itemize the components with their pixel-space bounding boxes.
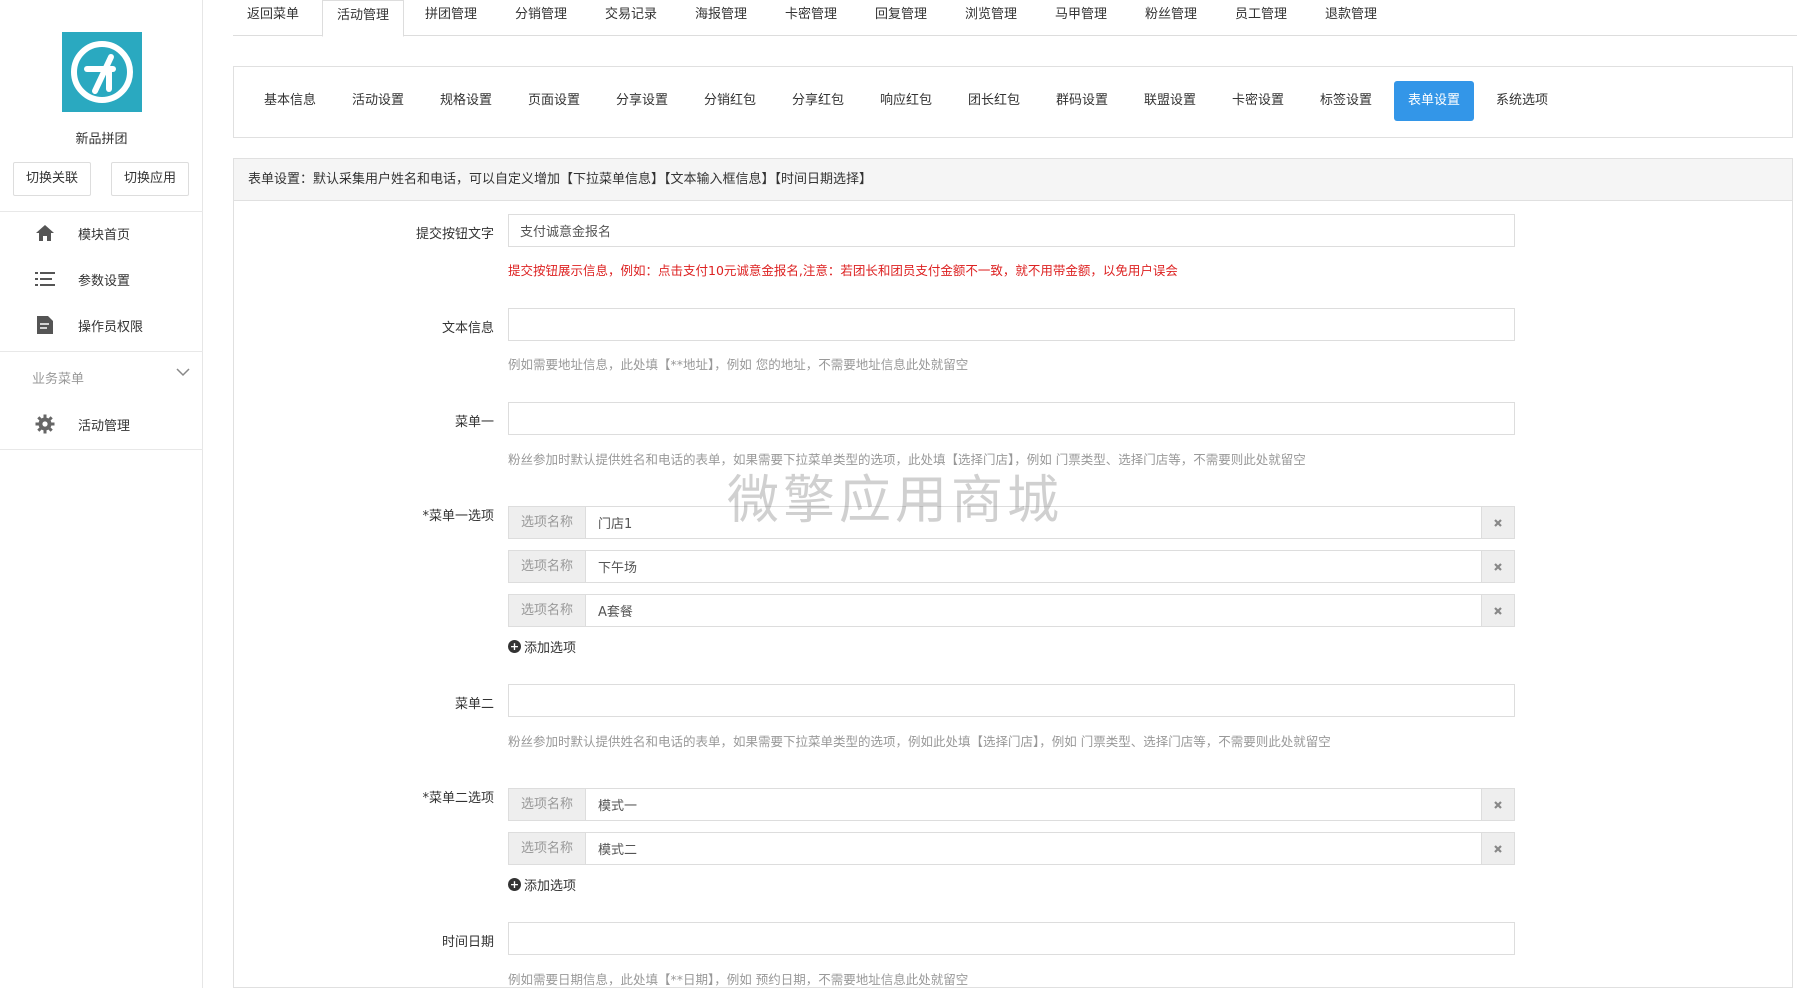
tab-form-settings[interactable]: 表单设置 — [1394, 81, 1475, 121]
tab-basic-info[interactable]: 基本信息 — [250, 81, 330, 121]
app-logo-icon — [71, 41, 133, 103]
option-name-input[interactable] — [586, 789, 1481, 820]
tab-tag-settings[interactable]: 标签设置 — [1306, 81, 1386, 121]
menu2-input[interactable] — [508, 684, 1515, 717]
tab-page-settings[interactable]: 页面设置 — [514, 81, 594, 121]
remove-option-icon[interactable] — [1481, 833, 1514, 864]
menu2-label: 菜单二 — [454, 697, 494, 712]
app-name: 新品拼团 — [75, 132, 128, 147]
form-settings-panel: 表单设置：默认采集用户姓名和电话，可以自定义增加【下拉菜单信息】【文本输入框信息… — [233, 158, 1793, 988]
option-name-addon: 选项名称 — [509, 507, 586, 538]
home-icon — [34, 222, 56, 244]
tab-group-management[interactable]: 拼团管理 — [411, 0, 491, 36]
tab-leader-red-packet[interactable]: 团长红包 — [954, 81, 1034, 121]
option-name-addon: 选项名称 — [509, 551, 586, 582]
plus-circle-icon: + — [508, 640, 521, 653]
tab-poster-management[interactable]: 海报管理 — [681, 0, 761, 36]
sub-tab-bar: 基本信息 活动设置 规格设置 页面设置 分享设置 分销红包 分享红包 响应红包 … — [233, 66, 1793, 138]
menu1-options-label: *菜单一选项 — [422, 509, 494, 524]
sidebar-group-title: 业务菜单 — [32, 372, 85, 387]
remove-option-icon[interactable] — [1481, 789, 1514, 820]
sidebar-item-module-home[interactable]: 模块首页 — [0, 213, 203, 253]
text-info-help: 例如需要地址信息，此处填【**地址】，例如 您的地址，不需要地址信息此处就留空 — [508, 357, 969, 372]
menu1-help: 粉丝参加时默认提供姓名和电话的表单，如果需要下拉菜单类型的选项，此处填【选择门店… — [508, 452, 1306, 467]
sidebar-item-parameter-settings[interactable]: 参数设置 — [0, 259, 203, 299]
switch-association-button[interactable]: 切换关联 — [13, 162, 92, 196]
sidebar-item-activity-management[interactable]: 活动管理 — [0, 404, 203, 444]
text-info-label: 文本信息 — [441, 321, 494, 336]
menu2-help: 粉丝参加时默认提供姓名和电话的表单，如果需要下拉菜单类型的选项，例如此处填【选择… — [508, 734, 1331, 749]
sidebar-divider — [0, 211, 203, 212]
menu1-add-option-button[interactable]: + 添加选项 — [508, 637, 576, 656]
add-option-label: 添加选项 — [524, 879, 577, 894]
sidebar: 新品拼团 切换关联 切换应用 模块首页 参数设置 操作员权限 业务菜单 活动管理 — [0, 0, 203, 988]
tab-distribution-management[interactable]: 分销管理 — [501, 0, 581, 36]
option-name-input[interactable] — [586, 833, 1481, 864]
tab-share-red-packet[interactable]: 分享红包 — [778, 81, 858, 121]
tab-share-settings[interactable]: 分享设置 — [602, 81, 682, 121]
sidebar-divider — [0, 351, 203, 352]
chevron-down-icon[interactable] — [176, 366, 190, 381]
switch-app-button[interactable]: 切换应用 — [111, 162, 190, 196]
sidebar-item-label: 操作员权限 — [78, 319, 144, 335]
text-info-input[interactable] — [508, 308, 1515, 341]
tab-alliance-settings[interactable]: 联盟设置 — [1130, 81, 1210, 121]
add-option-label: 添加选项 — [524, 641, 577, 656]
sidebar-item-label: 模块首页 — [78, 227, 131, 243]
panel-heading: 表单设置：默认采集用户姓名和电话，可以自定义增加【下拉菜单信息】【文本输入框信息… — [234, 159, 1792, 201]
document-icon — [34, 314, 56, 336]
menu1-option-row: 选项名称 — [508, 506, 1515, 539]
option-name-addon: 选项名称 — [509, 833, 586, 864]
option-name-addon: 选项名称 — [509, 789, 586, 820]
menu1-label: 菜单一 — [454, 415, 494, 430]
tab-activity-settings[interactable]: 活动设置 — [338, 81, 418, 121]
submit-text-help: 提交按钮展示信息，例如：点击支付10元诚意金报名,注意：若团长和团员支付金额不一… — [508, 263, 1178, 278]
datetime-help: 例如需要日期信息，此处填【**日期】，例如 预约日期，不需要地址信息此处就留空 — [508, 972, 969, 987]
tab-response-red-packet[interactable]: 响应红包 — [866, 81, 946, 121]
datetime-input[interactable] — [508, 922, 1515, 955]
submit-text-input[interactable] — [508, 214, 1515, 247]
sidebar-item-label: 活动管理 — [78, 418, 131, 434]
tab-back-menu[interactable]: 返回菜单 — [233, 0, 313, 36]
remove-option-icon[interactable] — [1481, 595, 1514, 626]
tab-system-options[interactable]: 系统选项 — [1482, 81, 1562, 121]
tab-refund-management[interactable]: 退款管理 — [1311, 0, 1391, 36]
tab-card-code-settings[interactable]: 卡密设置 — [1218, 81, 1298, 121]
remove-option-icon[interactable] — [1481, 551, 1514, 582]
tab-card-code-management[interactable]: 卡密管理 — [771, 0, 851, 36]
tab-fan-management[interactable]: 粉丝管理 — [1131, 0, 1211, 36]
tab-browse-management[interactable]: 浏览管理 — [951, 0, 1031, 36]
menu2-options-label: *菜单二选项 — [422, 791, 494, 806]
menu2-option-row: 选项名称 — [508, 788, 1515, 821]
tab-reply-management[interactable]: 回复管理 — [861, 0, 941, 36]
menu2-option-row: 选项名称 — [508, 832, 1515, 865]
tab-group-code-settings[interactable]: 群码设置 — [1042, 81, 1122, 121]
menu1-option-row: 选项名称 — [508, 594, 1515, 627]
tab-vest-management[interactable]: 马甲管理 — [1041, 0, 1121, 36]
tab-spec-settings[interactable]: 规格设置 — [426, 81, 506, 121]
top-tab-bar: 返回菜单 活动管理 拼团管理 分销管理 交易记录 海报管理 卡密管理 回复管理 … — [233, 0, 1797, 37]
sidebar-item-operator-permissions[interactable]: 操作员权限 — [0, 305, 203, 345]
option-name-input[interactable] — [586, 595, 1481, 626]
remove-option-icon[interactable] — [1481, 507, 1514, 538]
gear-icon — [34, 413, 56, 435]
sidebar-item-label: 参数设置 — [78, 273, 131, 289]
list-icon — [34, 268, 56, 290]
option-name-input[interactable] — [586, 551, 1481, 582]
tab-staff-management[interactable]: 员工管理 — [1221, 0, 1301, 36]
menu1-option-row: 选项名称 — [508, 550, 1515, 583]
plus-circle-icon: + — [508, 878, 521, 891]
submit-text-label: 提交按钮文字 — [415, 227, 494, 242]
menu1-input[interactable] — [508, 402, 1515, 435]
tab-transaction-records[interactable]: 交易记录 — [591, 0, 671, 36]
tab-activity-management[interactable]: 活动管理 — [322, 0, 405, 37]
menu2-add-option-button[interactable]: + 添加选项 — [508, 875, 576, 894]
sidebar-divider — [0, 449, 203, 450]
app-logo — [62, 32, 142, 112]
datetime-label: 时间日期 — [441, 935, 494, 950]
option-name-addon: 选项名称 — [509, 595, 586, 626]
tab-distribution-red-packet[interactable]: 分销红包 — [690, 81, 770, 121]
option-name-input[interactable] — [586, 507, 1481, 538]
